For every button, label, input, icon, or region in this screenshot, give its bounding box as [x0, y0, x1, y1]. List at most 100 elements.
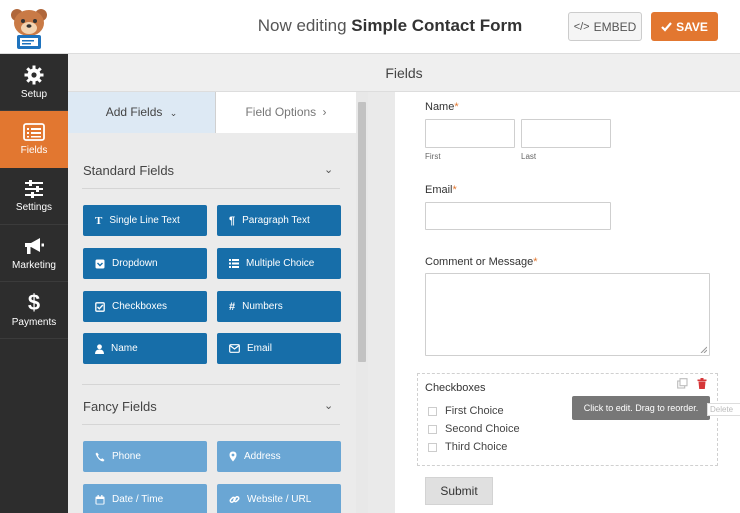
title-prefix: Now editing: [257, 16, 347, 35]
add-paragraph-text-button[interactable]: ¶ Paragraph Text: [217, 205, 341, 236]
page-title: Now editing Simple Contact Form: [200, 16, 580, 36]
name-field-label[interactable]: Name*: [425, 101, 459, 113]
field-button-label: Checkboxes: [112, 301, 168, 312]
field-button-label: Dropdown: [112, 258, 158, 269]
last-name-input[interactable]: [521, 119, 611, 148]
save-label: SAVE: [676, 19, 708, 34]
add-single-line-text-button[interactable]: T Single Line Text: [83, 205, 207, 236]
form-name: Simple Contact Form: [351, 16, 523, 35]
field-button-label: Single Line Text: [109, 215, 180, 226]
field-button-label: Website / URL: [247, 494, 312, 505]
add-numbers-button[interactable]: # Numbers: [217, 291, 341, 322]
checkmark-icon: [661, 21, 672, 32]
email-field-label[interactable]: Email*: [425, 184, 457, 196]
chevron-down-icon[interactable]: ⌄: [324, 399, 333, 412]
panel-header: Fields: [68, 54, 740, 92]
resize-handle-icon[interactable]: [700, 346, 707, 353]
embed-label: EMBED: [593, 19, 637, 34]
comment-label-text: Comment or Message: [425, 256, 534, 268]
field-button-label: Email: [247, 343, 273, 354]
panel-tabs: Add Fields ⌄ Field Options ›: [68, 92, 356, 133]
field-button-label: Multiple Choice: [246, 258, 315, 269]
checkbox-option-label: Second Choice: [445, 423, 520, 435]
text-icon: T: [95, 214, 103, 227]
field-button-label: Date / Time: [112, 494, 164, 505]
trash-icon[interactable]: [697, 378, 707, 389]
chevron-down-icon[interactable]: ⌄: [324, 163, 333, 176]
tab-add-fields-label: Add Fields: [105, 105, 163, 119]
field-button-label: Numbers: [242, 301, 283, 312]
email-label-text: Email: [425, 184, 453, 196]
first-sublabel: First: [425, 152, 441, 161]
delete-tooltip: Delete: [707, 403, 740, 416]
tab-field-options[interactable]: Field Options ›: [216, 92, 356, 133]
submit-button[interactable]: Submit: [425, 477, 493, 505]
dollar-icon: $: [27, 290, 41, 315]
nav-item-settings[interactable]: Settings: [0, 168, 68, 225]
fields-panel: Add Fields ⌄ Field Options › Standard Fi…: [68, 92, 356, 513]
user-icon: [95, 343, 104, 354]
list-icon: [229, 259, 239, 268]
top-bar: Now editing Simple Contact Form </> EMBE…: [0, 0, 740, 54]
email-input[interactable]: [425, 202, 611, 230]
paragraph-icon: ¶: [229, 214, 236, 227]
first-name-input[interactable]: [425, 119, 515, 148]
nav-label-fields: Fields: [20, 144, 48, 156]
checkbox-input[interactable]: [428, 406, 437, 416]
phone-icon: [95, 452, 105, 461]
fancy-fields-title[interactable]: Fancy Fields: [83, 399, 157, 414]
edit-tooltip: Click to edit. Drag to reorder.: [572, 396, 710, 420]
add-checkboxes-button[interactable]: Checkboxes: [83, 291, 207, 322]
required-mark: *: [454, 101, 459, 113]
field-button-label: Address: [244, 451, 281, 462]
add-email-button[interactable]: Email: [217, 333, 341, 364]
required-mark: *: [452, 184, 457, 196]
list-icon: [23, 122, 45, 141]
nav-label-settings: Settings: [15, 201, 53, 213]
link-icon: [229, 496, 240, 503]
nav-label-payments: Payments: [11, 317, 57, 328]
checkbox-option[interactable]: Third Choice: [428, 441, 507, 453]
save-button[interactable]: SAVE: [651, 12, 718, 41]
add-website-url-button[interactable]: Website / URL: [217, 484, 341, 513]
checkbox-option[interactable]: Second Choice: [428, 423, 520, 435]
nav-item-fields[interactable]: Fields: [0, 111, 68, 168]
left-nav: Setup Fields Settings Marketing $ Paymen…: [0, 54, 68, 513]
name-label-text: Name: [425, 101, 455, 113]
add-dropdown-button[interactable]: Dropdown: [83, 248, 207, 279]
tab-field-options-label: Field Options: [245, 105, 317, 119]
field-button-label: Name: [111, 343, 138, 354]
nav-item-marketing[interactable]: Marketing: [0, 225, 68, 282]
tab-add-fields[interactable]: Add Fields ⌄: [68, 92, 216, 133]
wpforms-logo: [3, 3, 55, 51]
gear-icon: [24, 65, 44, 84]
checkbox-option[interactable]: First Choice: [428, 405, 504, 417]
field-button-label: Phone: [112, 451, 141, 462]
checkbox-option-label: Third Choice: [445, 441, 508, 453]
divider: [82, 424, 340, 425]
scrollbar-thumb[interactable]: [358, 102, 366, 362]
nav-item-setup[interactable]: Setup: [0, 54, 68, 111]
comment-field-label[interactable]: Comment or Message*: [425, 256, 538, 268]
duplicate-icon[interactable]: [677, 378, 688, 389]
panel-scrollbar[interactable]: [356, 92, 368, 513]
add-address-button[interactable]: Address: [217, 441, 341, 472]
dropdown-icon: [95, 259, 105, 268]
add-name-button[interactable]: Name: [83, 333, 207, 364]
checkbox-input[interactable]: [428, 442, 437, 452]
add-date-time-button[interactable]: Date / Time: [83, 484, 207, 513]
nav-item-payments[interactable]: $ Payments: [0, 282, 68, 339]
embed-button[interactable]: </> EMBED: [568, 12, 642, 41]
comment-textarea[interactable]: [425, 273, 710, 356]
chevron-right-icon: ›: [322, 105, 327, 119]
last-sublabel: Last: [521, 152, 537, 161]
divider: [82, 384, 340, 385]
add-multiple-choice-button[interactable]: Multiple Choice: [217, 248, 341, 279]
standard-fields-title[interactable]: Standard Fields: [83, 163, 174, 178]
sliders-icon: [25, 179, 43, 198]
chevron-down-icon: ⌄: [169, 108, 178, 118]
add-phone-button[interactable]: Phone: [83, 441, 207, 472]
hash-icon: #: [229, 300, 236, 313]
checkbox-input[interactable]: [428, 424, 437, 434]
divider: [82, 188, 340, 189]
